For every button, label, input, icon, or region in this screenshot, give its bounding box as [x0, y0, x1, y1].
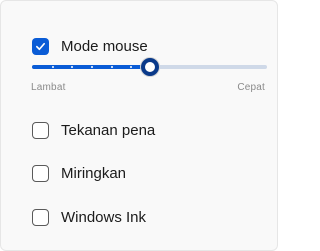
- slider-tick: [71, 66, 73, 68]
- slider-tick: [91, 66, 93, 68]
- slider-max-label: Cepat: [237, 82, 265, 93]
- speed-slider[interactable]: [32, 57, 267, 77]
- pen-settings-panel: Mode mouse Lambat Cepat Tekanan pena Mir…: [0, 0, 278, 251]
- slider-tick: [130, 66, 132, 68]
- windows-ink-checkbox[interactable]: Windows Ink: [32, 207, 146, 227]
- slider-thumb[interactable]: [141, 58, 159, 76]
- slider-tick: [52, 66, 54, 68]
- tilt-checkbox[interactable]: Miringkan: [32, 163, 126, 183]
- checkbox-unchecked-icon: [32, 208, 49, 226]
- checkbox-unchecked-icon: [32, 121, 49, 139]
- mouse-mode-label: Mode mouse: [61, 37, 148, 55]
- pen-pressure-checkbox[interactable]: Tekanan pena: [32, 120, 155, 140]
- checkbox-checked-icon: [32, 37, 49, 55]
- slider-min-label: Lambat: [31, 82, 66, 93]
- pen-pressure-label: Tekanan pena: [61, 121, 156, 139]
- tilt-label: Miringkan: [61, 164, 127, 182]
- windows-ink-label: Windows Ink: [61, 208, 147, 226]
- mouse-mode-checkbox[interactable]: Mode mouse: [32, 36, 148, 56]
- slider-tick: [111, 66, 113, 68]
- checkbox-unchecked-icon: [32, 164, 49, 182]
